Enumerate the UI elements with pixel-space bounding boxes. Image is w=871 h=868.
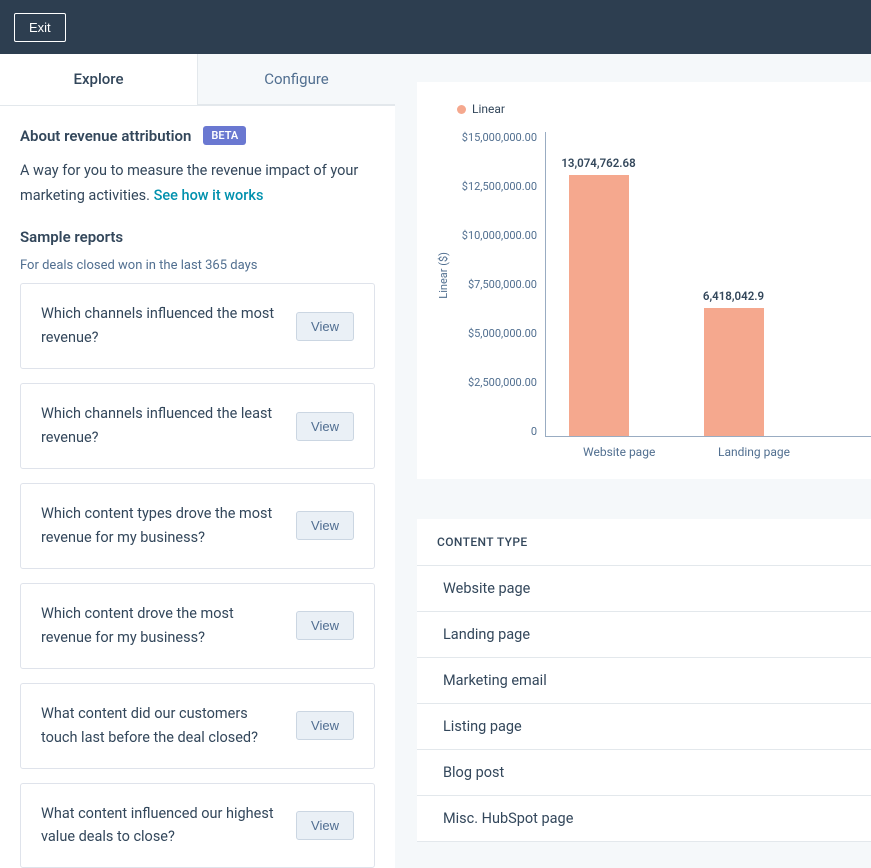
report-question: What content influenced our highest valu… — [41, 802, 282, 850]
table-header: CONTENT TYPE — [417, 519, 871, 566]
y-axis-label: Linear ($) — [437, 252, 450, 299]
report-card: Which channels influenced the most reven… — [20, 283, 375, 369]
y-tick: $10,000,000.00 — [455, 230, 537, 241]
table-row[interactable]: Listing page — [417, 704, 871, 750]
chart-bar — [569, 175, 629, 436]
y-tick: 0 — [455, 426, 537, 437]
report-card: What content influenced our highest valu… — [20, 783, 375, 868]
report-card: Which content types drove the most reven… — [20, 483, 375, 569]
report-card: Which channels influenced the least reve… — [20, 383, 375, 469]
x-axis-label: Landing page — [718, 445, 783, 459]
chart-legend: Linear — [457, 102, 871, 116]
panel-content: About revenue attribution BETA A way for… — [0, 106, 395, 868]
view-button[interactable]: View — [296, 711, 354, 740]
see-how-it-works-link[interactable]: See how it works — [154, 187, 264, 204]
intro-text: A way for you to measure the revenue imp… — [20, 159, 375, 208]
view-button[interactable]: View — [296, 412, 354, 441]
left-panel: Explore Configure About revenue attribut… — [0, 54, 395, 868]
chart-container: Linear Linear ($) $15,000,000.00 $12,500,… — [417, 82, 871, 479]
bar-value-label: 13,074,762.68 — [561, 156, 635, 170]
beta-badge: BETA — [203, 126, 246, 145]
bar-value-label: 6,418,042.9 — [703, 289, 764, 303]
table-row[interactable]: Landing page — [417, 612, 871, 658]
report-question: Which channels influenced the least reve… — [41, 402, 282, 450]
y-axis-ticks: $15,000,000.00 $12,500,000.00 $10,000,000.… — [455, 132, 537, 437]
table-row[interactable]: Misc. HubSpot page — [417, 796, 871, 842]
view-button[interactable]: View — [296, 811, 354, 840]
y-tick: $7,500,000.00 — [455, 279, 537, 290]
y-tick: $2,500,000.00 — [455, 377, 537, 388]
view-button[interactable]: View — [296, 611, 354, 640]
chart-body: Linear ($) $15,000,000.00$12,500,000.00$… — [437, 132, 871, 437]
y-tick: $5,000,000.00 — [455, 328, 537, 339]
y-tick: $12,500,000.00 — [455, 181, 537, 192]
legend-label: Linear — [472, 102, 505, 116]
report-question: What content did our customers touch las… — [41, 702, 282, 750]
exit-button[interactable]: Exit — [14, 13, 66, 42]
tab-explore[interactable]: Explore — [0, 54, 198, 105]
report-question: Which content drove the most revenue for… — [41, 602, 282, 650]
view-button[interactable]: View — [296, 511, 354, 540]
table-row[interactable]: Website page — [417, 566, 871, 612]
view-button[interactable]: View — [296, 312, 354, 341]
right-panel: Linear Linear ($) $15,000,000.00 $12,500,… — [395, 54, 871, 868]
main-area: Explore Configure About revenue attribut… — [0, 54, 871, 868]
plot-area: 13,074,762.68 6,418,042.9 — [545, 132, 871, 437]
sample-reports-heading: Sample reports — [20, 228, 375, 246]
table-row[interactable]: Blog post — [417, 750, 871, 796]
report-question: Which content types drove the most reven… — [41, 502, 282, 550]
legend-dot-icon — [457, 105, 466, 114]
table-row[interactable]: Marketing email — [417, 658, 871, 704]
x-axis-labels: Website page Landing page — [563, 445, 871, 459]
about-heading-row: About revenue attribution BETA — [20, 126, 375, 145]
tabs: Explore Configure — [0, 54, 395, 106]
x-axis-label: Website page — [583, 445, 648, 459]
chart-bar — [704, 308, 764, 436]
content-type-table: CONTENT TYPE Website pageLanding pageMar… — [417, 519, 871, 842]
top-header: Exit — [0, 0, 871, 54]
about-title: About revenue attribution — [20, 127, 191, 145]
y-tick: $15,000,000.00 — [455, 132, 537, 143]
report-card: What content did our customers touch las… — [20, 683, 375, 769]
bar-group: 6,418,042.9 — [701, 289, 766, 436]
report-card: Which content drove the most revenue for… — [20, 583, 375, 669]
sample-reports-subtext: For deals closed won in the last 365 day… — [20, 258, 375, 273]
tab-configure[interactable]: Configure — [198, 54, 395, 105]
report-question: Which channels influenced the most reven… — [41, 302, 282, 350]
bar-group: 13,074,762.68 — [566, 156, 631, 436]
